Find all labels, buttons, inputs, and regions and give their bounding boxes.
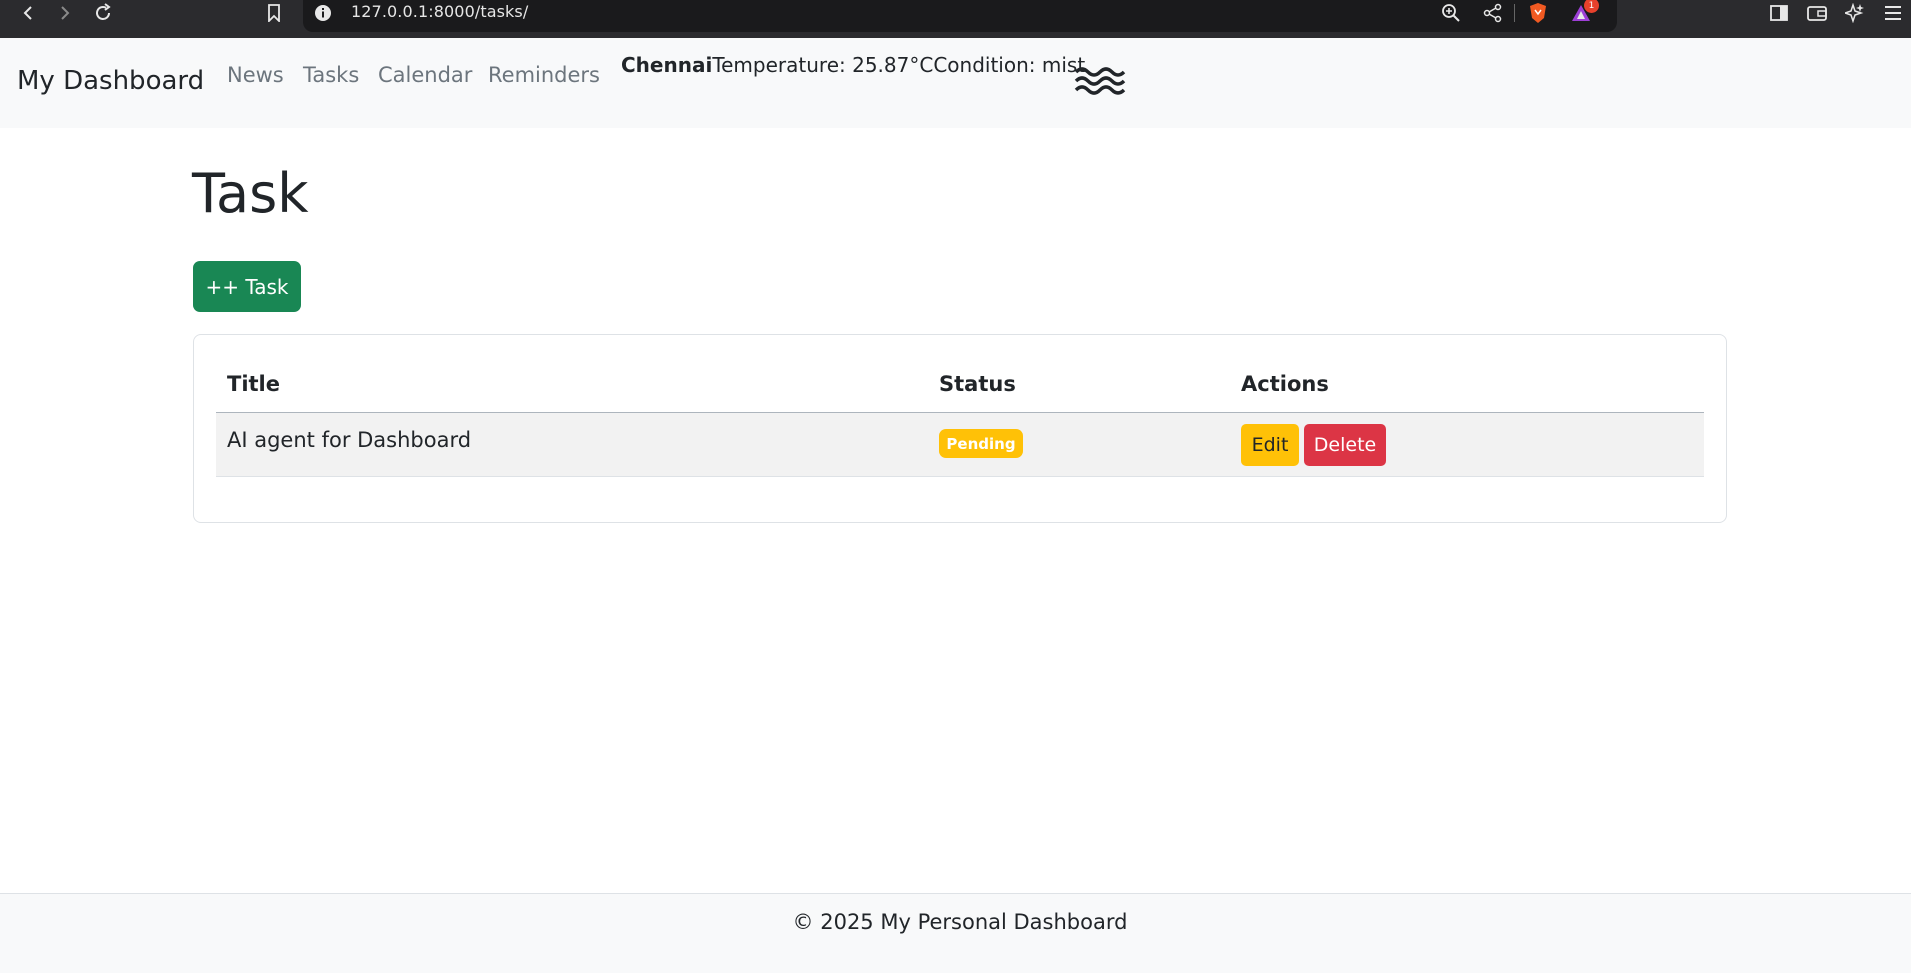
delete-button[interactable]: Delete: [1304, 424, 1386, 466]
brand-link[interactable]: My Dashboard: [17, 66, 204, 96]
back-icon[interactable]: [18, 0, 38, 26]
weather-temperature: Temperature: 25.87°C: [712, 53, 934, 77]
nav-link-reminders[interactable]: Reminders: [488, 63, 600, 87]
nav-link-calendar[interactable]: Calendar: [378, 63, 472, 87]
zoom-icon[interactable]: [1440, 0, 1462, 26]
sidebar-icon[interactable]: [1768, 0, 1790, 26]
mist-icon: [1074, 66, 1126, 102]
weather-condition: Condition: mist: [933, 53, 1086, 77]
column-header-title: Title: [227, 372, 281, 396]
browser-toolbar: 127.0.0.1:8000/tasks/ 1: [0, 0, 1911, 38]
brave-shield-icon[interactable]: [1527, 0, 1549, 26]
footer-text: © 2025 My Personal Dashboard: [792, 910, 1128, 934]
nav-link-tasks[interactable]: Tasks: [303, 63, 359, 87]
menu-icon[interactable]: [1882, 0, 1904, 26]
info-icon[interactable]: [313, 0, 333, 26]
forward-icon[interactable]: [55, 0, 75, 26]
column-header-status: Status: [939, 372, 1016, 396]
leo-icon[interactable]: [1844, 0, 1866, 26]
navbar: [0, 38, 1911, 128]
wallet-icon[interactable]: [1806, 0, 1828, 26]
edit-button[interactable]: Edit: [1241, 424, 1299, 466]
task-title: AI agent for Dashboard: [227, 428, 472, 452]
nav-link-news[interactable]: News: [227, 63, 284, 87]
url-text[interactable]: 127.0.0.1:8000/tasks/: [351, 2, 528, 21]
toolbar-divider: [1514, 4, 1515, 22]
weather-widget: ChennaiTemperature: 25.87°CCondition: mi…: [621, 53, 1085, 77]
page-title: Task: [192, 162, 309, 225]
share-icon[interactable]: [1482, 0, 1504, 26]
add-task-button[interactable]: ++ Task: [193, 261, 301, 312]
bookmark-icon[interactable]: [264, 0, 284, 26]
reload-icon[interactable]: [92, 0, 114, 26]
column-header-actions: Actions: [1241, 372, 1329, 396]
status-badge: Pending: [939, 429, 1023, 458]
weather-city: Chennai: [621, 53, 713, 77]
